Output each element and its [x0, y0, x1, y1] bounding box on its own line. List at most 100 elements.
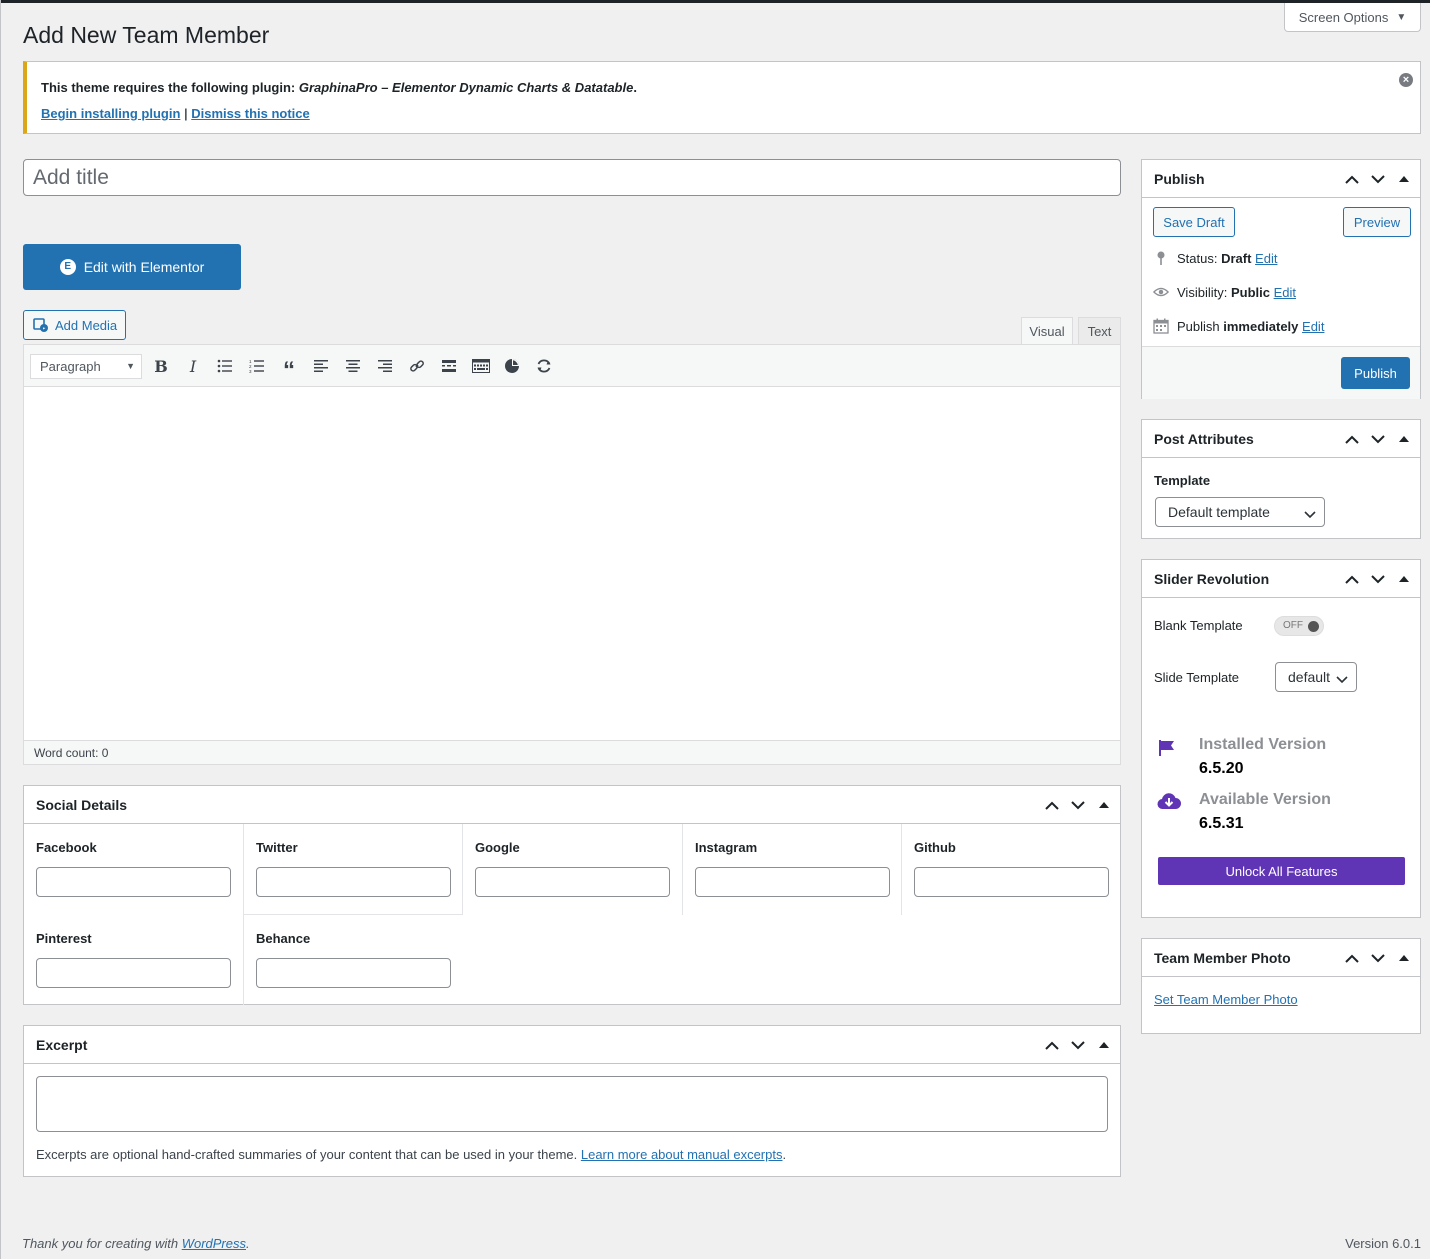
status-row: Status: Draft Edit [1153, 250, 1277, 266]
preview-button[interactable]: Preview [1343, 207, 1411, 237]
social-field-behance: Behance [244, 915, 463, 1006]
field-label: Github [914, 840, 956, 855]
available-version-block: Available Version 6.5.31 [1199, 791, 1331, 833]
align-center-icon[interactable] [342, 355, 364, 377]
move-down-icon[interactable] [1068, 1035, 1088, 1055]
align-left-icon[interactable] [310, 355, 332, 377]
begin-installing-link[interactable]: Begin installing plugin [41, 106, 180, 121]
move-up-icon[interactable] [1042, 1035, 1062, 1055]
collapse-toggle-icon[interactable] [1394, 948, 1414, 968]
notice-prefix: This theme requires the following plugin… [41, 80, 299, 95]
slide-template-label: Slide Template [1154, 670, 1240, 685]
save-draft-label: Save Draft [1163, 214, 1225, 230]
slider-revolution-title: Slider Revolution [1154, 571, 1270, 587]
slide-template-value: default [1288, 669, 1331, 685]
move-up-icon[interactable] [1342, 948, 1362, 968]
collapse-toggle-icon[interactable] [1394, 169, 1414, 189]
read-more-icon[interactable] [438, 355, 460, 377]
screen-options-label: Screen Options [1298, 9, 1389, 25]
instagram-input[interactable] [695, 867, 890, 897]
pinterest-input[interactable] [36, 958, 231, 988]
edit-schedule-link[interactable]: Edit [1302, 319, 1324, 334]
toggle-knob [1308, 621, 1319, 632]
learn-more-excerpts-link[interactable]: Learn more about manual excerpts [581, 1147, 783, 1162]
unlock-all-features-button[interactable]: Unlock All Features [1158, 857, 1405, 885]
facebook-input[interactable] [36, 867, 231, 897]
footer-version: Version 6.0.1 [1345, 1236, 1421, 1251]
format-select-value: Paragraph [40, 359, 101, 374]
social-details-title: Social Details [36, 797, 128, 813]
edit-status-link[interactable]: Edit [1255, 251, 1277, 266]
tab-visual-label: Visual [1029, 323, 1065, 339]
status-value: Draft [1221, 250, 1252, 266]
move-up-icon[interactable] [1042, 795, 1062, 815]
chart-icon[interactable] [501, 355, 523, 377]
publish-actions: Publish [1142, 346, 1420, 399]
post-title-input[interactable] [23, 159, 1121, 196]
collapse-toggle-icon[interactable] [1094, 1035, 1114, 1055]
eye-icon [1153, 284, 1169, 300]
box-handles [1042, 1035, 1114, 1055]
tab-text-label: Text [1087, 323, 1112, 339]
editor-content-area[interactable] [24, 387, 1120, 741]
move-up-icon[interactable] [1342, 429, 1362, 449]
available-version-number: 6.5.31 [1199, 815, 1244, 832]
bold-icon[interactable]: B [150, 355, 172, 377]
blank-template-label: Blank Template [1154, 618, 1243, 633]
post-attributes-box: Post Attributes Template Default templat… [1141, 419, 1421, 539]
field-label: Google [475, 840, 520, 855]
close-icon[interactable]: × [1399, 73, 1413, 87]
notice-separator: | [180, 106, 192, 121]
wordpress-link[interactable]: WordPress [182, 1236, 246, 1251]
slide-template-select[interactable]: default [1275, 662, 1357, 692]
divider [901, 824, 902, 915]
template-select-value: Default template [1168, 504, 1270, 520]
field-label: Pinterest [36, 931, 92, 946]
page-title: Add New Team Member [23, 22, 270, 48]
publish-button[interactable]: Publish [1341, 357, 1410, 389]
italic-icon[interactable]: I [182, 355, 204, 377]
behance-input[interactable] [256, 958, 451, 988]
visibility-value: Public [1230, 284, 1270, 300]
set-team-member-photo-link[interactable]: Set Team Member Photo [1154, 992, 1298, 1007]
refresh-icon[interactable] [533, 355, 555, 377]
move-down-icon[interactable] [1368, 948, 1388, 968]
template-label: Template [1154, 473, 1211, 488]
preview-label: Preview [1353, 214, 1401, 230]
edit-visibility-link[interactable]: Edit [1274, 285, 1296, 300]
collapse-toggle-icon[interactable] [1394, 429, 1414, 449]
tab-visual[interactable]: Visual [1021, 317, 1073, 345]
format-select[interactable]: Paragraph ▼ [30, 354, 142, 379]
excerpt-help-body: Excerpts are optional hand-crafted summa… [36, 1147, 581, 1162]
template-select[interactable]: Default template [1155, 497, 1325, 527]
move-up-icon[interactable] [1342, 569, 1362, 589]
move-down-icon[interactable] [1368, 569, 1388, 589]
numbered-list-icon[interactable]: 123 [246, 355, 268, 377]
dismiss-notice-link[interactable]: Dismiss this notice [191, 106, 309, 121]
github-input[interactable] [914, 867, 1109, 897]
collapse-toggle-icon[interactable] [1394, 569, 1414, 589]
box-handles [1342, 569, 1414, 589]
edit-with-elementor-button[interactable]: E Edit with Elementor [23, 244, 241, 290]
google-input[interactable] [475, 867, 670, 897]
twitter-input[interactable] [256, 867, 451, 897]
bulleted-list-icon[interactable] [214, 355, 236, 377]
tab-text[interactable]: Text [1078, 317, 1121, 345]
align-right-icon[interactable] [374, 355, 396, 377]
field-label: Instagram [695, 840, 758, 855]
collapse-toggle-icon[interactable] [1094, 795, 1114, 815]
blockquote-icon[interactable]: “ [278, 355, 300, 383]
add-media-button[interactable]: Add Media [23, 310, 126, 340]
excerpt-textarea[interactable] [36, 1076, 1108, 1132]
screen-options-button[interactable]: Screen Options ▼ [1284, 3, 1421, 32]
divider [244, 914, 462, 915]
blank-template-toggle[interactable]: OFF [1274, 616, 1324, 636]
move-down-icon[interactable] [1368, 429, 1388, 449]
toolbar-toggle-icon[interactable] [470, 355, 492, 377]
slider-revolution-box: Slider Revolution Blank Template OFF Sli… [1141, 559, 1421, 918]
move-down-icon[interactable] [1068, 795, 1088, 815]
save-draft-button[interactable]: Save Draft [1153, 207, 1235, 237]
move-down-icon[interactable] [1368, 169, 1388, 189]
move-up-icon[interactable] [1342, 169, 1362, 189]
link-icon[interactable] [406, 355, 428, 377]
